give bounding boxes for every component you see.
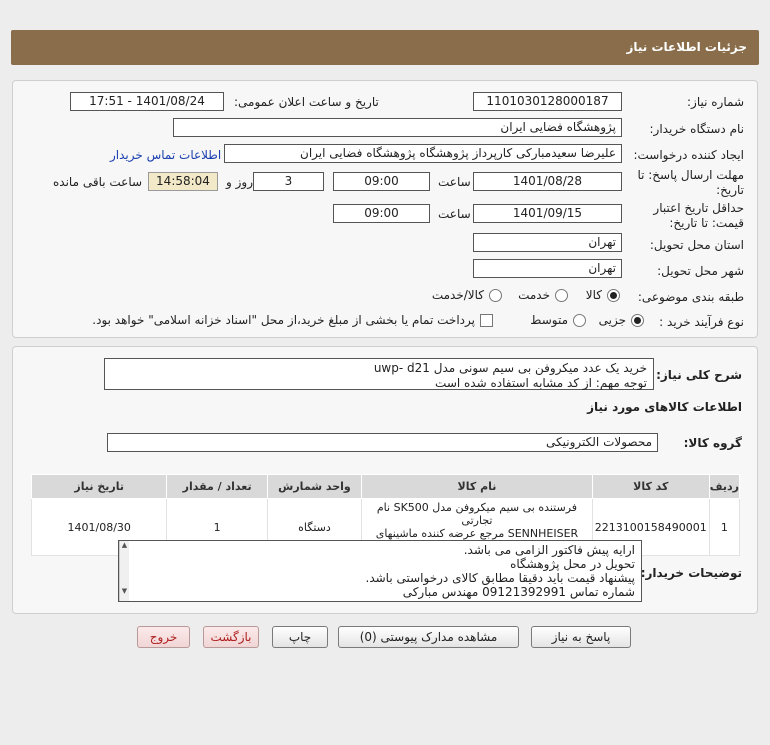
radio-service[interactable] <box>555 288 568 302</box>
buyer-note-line-1: ارایه پیش فاکتور الزامی می باشد. <box>463 543 635 557</box>
category-goods-service-label: کالا/خدمت <box>431 288 484 302</box>
category-option-goods-service[interactable]: کالا/خدمت <box>432 288 502 302</box>
radio-medium[interactable] <box>573 313 586 327</box>
print-button[interactable]: چاپ <box>272 626 328 648</box>
buyer-notes-box[interactable]: ارایه پیش فاکتور الزامی می باشد. تحویل د… <box>118 540 642 602</box>
announce-datetime-field[interactable]: 1401/08/24 - 17:51 <box>70 92 224 111</box>
buyer-note-line-3: پیشنهاد قیمت باید دقیقا مطابق کالای درخو… <box>365 571 635 585</box>
page-header: جزئیات اطلاعات نیاز <box>11 30 759 65</box>
buyer-note-line-4: شماره تماس 09121392991 مهندس مبارکی <box>402 585 635 599</box>
treasury-payment-checkbox[interactable] <box>480 313 493 327</box>
process-type-label: نوع فرآیند خرید : <box>659 315 744 329</box>
requester-field[interactable]: علیرضا سعیدمبارکی کارپرداز پژوهشگاه پژوه… <box>224 144 622 163</box>
remaining-time-field: 14:58:04 <box>148 172 218 191</box>
delivery-province-field[interactable]: تهران <box>473 233 622 252</box>
buyer-note-line-2: تحویل در محل پژوهشگاه <box>510 557 635 571</box>
reply-button[interactable]: پاسخ به نیاز <box>531 626 631 648</box>
category-goods-label: کالا <box>585 288 602 302</box>
delivery-city-field[interactable]: تهران <box>473 259 622 278</box>
price-validity-label: حداقل تاریخ اعتبار <box>653 201 744 215</box>
cell-row: 1 <box>708 498 741 556</box>
process-option-medium[interactable]: متوسط <box>530 313 586 327</box>
need-number-field[interactable]: 1101030128000187 <box>473 92 622 111</box>
goods-section-title: اطلاعات کالاهای مورد نیاز <box>587 400 742 414</box>
reply-date-field[interactable]: 1401/08/28 <box>473 172 622 191</box>
process-minor-label: جزیی <box>598 313 626 327</box>
description-box: خرید یک عدد میکروفن بی سیم سونی مدل uwp-… <box>104 358 654 390</box>
reply-deadline-label-line2: تاریخ: <box>716 183 744 197</box>
radio-goods[interactable] <box>607 288 620 302</box>
process-medium-label: متوسط <box>530 313 568 327</box>
cell-name-line1: فرستنده بی سیم میکروفن مدل SK500 نام تجا… <box>376 501 578 527</box>
col-unit: واحد شمارش <box>266 474 363 499</box>
exit-button[interactable]: خروج <box>137 626 190 648</box>
goods-group-label: گروه کالا: <box>683 436 742 450</box>
col-date: تاریخ نیاز <box>30 474 168 499</box>
reply-time-label: ساعت <box>438 175 471 189</box>
col-code: کد کالا <box>591 474 710 499</box>
goods-group-field[interactable]: محصولات الکترونیکی <box>107 433 658 452</box>
remaining-time-label: ساعت باقی مانده <box>53 175 143 189</box>
need-number-label: شماره نیاز: <box>687 95 744 109</box>
buyer-contact-link[interactable]: اطلاعات تماس خریدار <box>110 148 221 162</box>
back-button[interactable]: بازگشت <box>203 626 259 648</box>
reply-deadline-label: مهلت ارسال پاسخ: تا <box>637 168 744 182</box>
col-row: ردیف <box>708 474 741 499</box>
buyer-org-field[interactable]: پژوهشگاه فضایی ایران <box>173 118 622 137</box>
category-option-goods[interactable]: کالا <box>586 288 620 302</box>
radio-goods-service[interactable] <box>489 288 502 302</box>
reply-time-field[interactable]: 09:00 <box>333 172 430 191</box>
announce-datetime-label: تاریخ و ساعت اعلان عمومی: <box>234 95 379 109</box>
radio-minor[interactable] <box>631 313 644 327</box>
reply-days-field[interactable]: 3 <box>253 172 324 191</box>
price-validity-time-field[interactable]: 09:00 <box>333 204 430 223</box>
price-validity-date-field[interactable]: 1401/09/15 <box>473 204 622 223</box>
price-validity-label-line2: قیمت: تا تاریخ: <box>669 216 744 230</box>
buyer-notes-scrollbar[interactable]: ▲ ▼ <box>119 541 129 601</box>
delivery-province-label: استان محل تحویل: <box>649 238 744 252</box>
buyer-org-label: نام دستگاه خریدار: <box>649 122 745 136</box>
description-line2: توجه مهم: از کد مشابه استفاده شده است <box>435 376 647 390</box>
reply-days-label: روز و <box>226 175 253 189</box>
category-option-service[interactable]: خدمت <box>518 288 568 302</box>
scroll-down-icon[interactable]: ▼ <box>120 587 129 595</box>
col-qty: تعداد / مقدار <box>166 474 268 499</box>
price-validity-time-label: ساعت <box>438 207 471 221</box>
description-label: شرح کلی نیاز: <box>656 368 742 382</box>
treasury-payment-label: پرداخت تمام یا بخشی از مبلغ خرید،از محل … <box>92 313 475 327</box>
attachments-button[interactable]: مشاهده مدارک پیوستی (0) <box>338 626 519 648</box>
requester-label: ایجاد کننده درخواست: <box>633 148 744 162</box>
treasury-payment-option[interactable]: پرداخت تمام یا بخشی از مبلغ خرید،از محل … <box>92 313 493 327</box>
page-title: جزئیات اطلاعات نیاز <box>626 40 747 54</box>
goods-table-header: ردیف کد کالا نام کالا واحد شمارش تعداد /… <box>30 474 741 499</box>
col-name: نام کالا <box>361 474 593 499</box>
scroll-up-icon[interactable]: ▲ <box>120 541 129 549</box>
category-service-label: خدمت <box>518 288 550 302</box>
delivery-city-label: شهر محل تحویل: <box>657 264 744 278</box>
category-label: طبقه بندی موضوعی: <box>637 290 744 304</box>
description-line1: خرید یک عدد میکروفن بی سیم سونی مدل uwp-… <box>373 361 647 375</box>
buyer-notes-label: توضیحات خریدار: <box>640 566 742 580</box>
process-option-minor[interactable]: جزیی <box>599 313 644 327</box>
